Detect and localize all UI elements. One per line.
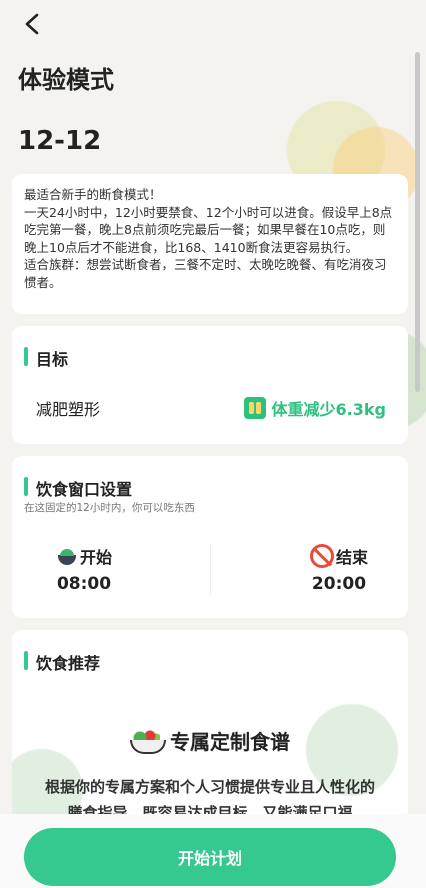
- description-line: 一天24小时中，12小时要禁食、12个小时可以进食。假设早上8点吃完第一餐，晚上…: [24, 204, 393, 255]
- back-button[interactable]: [16, 8, 48, 40]
- scale-icon: [243, 397, 266, 419]
- diet-recommend-card: 饮食推荐 专属定制食谱 根据你的专属方案和个人习惯提供专业且人性化的膳食指导，既…: [12, 630, 408, 820]
- bowl-icon: [56, 547, 78, 565]
- description-line: 适合族群：想尝试断食者，三餐不定时、太晚吃晚餐、有吃消夜习惯者。: [24, 257, 387, 290]
- start-plan-button[interactable]: 开始计划: [24, 828, 396, 886]
- description-card: 最适合新手的断食模式！ 一天24小时中，12小时要禁食、12个小时可以进食。假设…: [12, 174, 408, 314]
- back-arrow-icon: [25, 13, 39, 35]
- recipe-headline: 专属定制食谱: [12, 726, 408, 755]
- weight-loss-badge: 体重减少6.3kg: [243, 396, 386, 420]
- start-time: 08:00: [56, 574, 112, 594]
- eating-window-title: 饮食窗口设置: [24, 476, 132, 500]
- eating-window-subtitle: 在这固定的12小时内，你可以吃东西: [24, 502, 195, 514]
- end-time-selector[interactable]: 结束 20:00: [309, 544, 368, 594]
- start-time-selector[interactable]: 开始 08:00: [56, 544, 112, 594]
- recipe-headline-text: 专属定制食谱: [170, 730, 290, 754]
- recommend-title: 饮食推荐: [24, 650, 100, 674]
- salad-icon: [130, 728, 166, 754]
- mode-name: 12-12: [18, 126, 102, 156]
- scrollbar[interactable]: [415, 52, 420, 392]
- divider: [210, 544, 211, 594]
- goal-title: 目标: [24, 346, 68, 370]
- start-label: 开始: [80, 548, 113, 567]
- bottom-bar: 开始计划: [0, 814, 426, 888]
- goal-card: 目标 减肥塑形 体重减少6.3kg: [12, 326, 408, 444]
- page-title: 体验模式: [18, 66, 114, 94]
- weight-loss-text: 体重减少6.3kg: [271, 400, 386, 419]
- no-food-icon: [309, 544, 334, 568]
- eating-window-card: 饮食窗口设置 在这固定的12小时内，你可以吃东西 开始 08:00 结束 20:…: [12, 456, 408, 618]
- description-line: 最适合新手的断食模式！: [24, 187, 162, 202]
- goal-value: 减肥塑形: [36, 400, 101, 419]
- end-time: 20:00: [311, 574, 367, 594]
- end-label: 结束: [335, 548, 368, 567]
